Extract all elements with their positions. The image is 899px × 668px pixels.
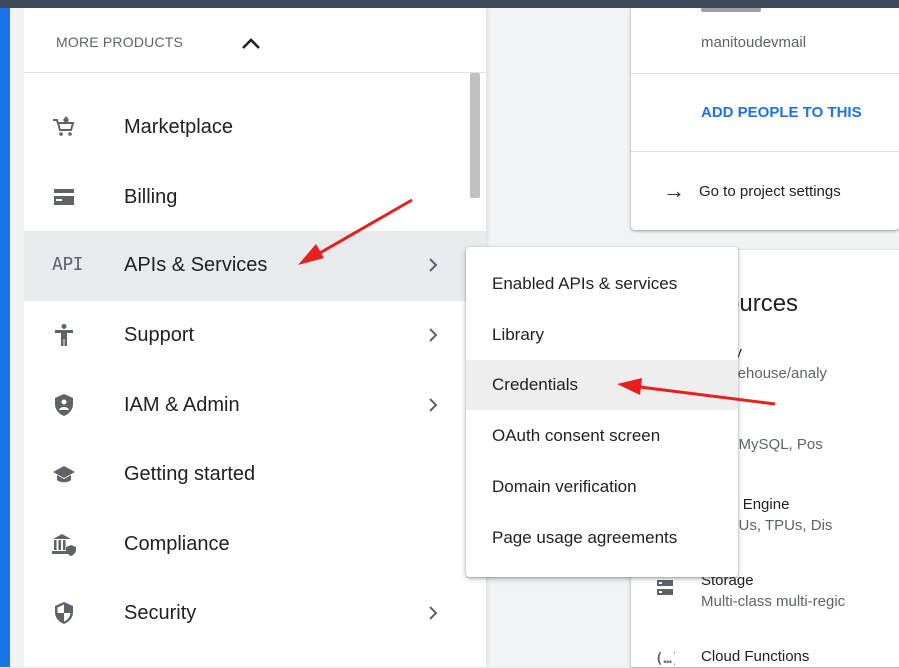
svg-text:(…): (…) (655, 651, 675, 667)
api-icon: API (52, 254, 84, 275)
submenu-item-library[interactable]: Library (466, 310, 738, 360)
chevron-right-icon (429, 258, 438, 272)
nav-item-label: Support (124, 324, 195, 346)
submenu-item-domain-verification[interactable]: Domain verification (466, 462, 738, 512)
nav-item-label: Compliance (124, 533, 230, 555)
person-icon (55, 324, 73, 346)
nav-item-label: Marketplace (124, 116, 233, 138)
navigation-menu: MORE PRODUCTS Marketplace Billing API AP… (24, 8, 486, 667)
nav-item-label: IAM & Admin (124, 394, 240, 416)
nav-item-iam-admin[interactable]: IAM & Admin (24, 371, 486, 441)
go-to-settings-label: Go to project settings (699, 183, 841, 200)
window-top-border (0, 0, 899, 8)
more-products-label: MORE PRODUCTS (56, 34, 184, 50)
nav-item-label: Security (124, 602, 197, 624)
chevron-right-icon (429, 606, 438, 620)
cloud-functions-icon: (…) (655, 651, 675, 667)
shield-lock-icon (55, 394, 73, 416)
submenu-item-label: Credentials (492, 375, 578, 394)
submenu-item-label: Page usage agreements (492, 528, 678, 547)
window-left-edge (0, 8, 10, 667)
resource-item[interactable]: Cloud Functions (701, 648, 809, 665)
school-icon (53, 466, 75, 483)
submenu-item-label: Enabled APIs & services (492, 274, 678, 293)
more-products-header[interactable]: MORE PRODUCTS (24, 8, 486, 73)
nav-item-support[interactable]: Support (24, 301, 486, 371)
arrow-right-icon: → (663, 178, 685, 203)
nav-item-security[interactable]: Security (24, 579, 486, 649)
submenu-item-label: OAuth consent screen (492, 426, 661, 445)
submenu-item-enabled-apis[interactable]: Enabled APIs & services (466, 259, 738, 309)
window-left-strip (10, 8, 24, 667)
divider (631, 73, 899, 74)
add-people-button[interactable]: ADD PEOPLE TO THIS (701, 104, 862, 121)
submenu-item-credentials[interactable]: Credentials (466, 360, 738, 410)
project-info-card: manitoudevmail ADD PEOPLE TO THIS → Go to… (631, 6, 899, 230)
submenu-item-oauth-consent[interactable]: OAuth consent screen (466, 411, 738, 461)
nav-item-getting-started[interactable]: Getting started (24, 440, 486, 510)
chevron-right-icon (429, 328, 438, 342)
submenu-item-page-usage[interactable]: Page usage agreements (466, 513, 738, 563)
submenu-item-label: Domain verification (492, 477, 637, 496)
credit-card-icon (54, 189, 74, 205)
resource-desc: Multi-class multi-regic (701, 593, 846, 610)
nav-item-label: APIs & Services (124, 254, 268, 276)
storage-icon (657, 580, 673, 595)
apis-services-submenu: Enabled APIs & services Library Credenti… (466, 247, 738, 577)
project-email: manitoudevmail (701, 34, 807, 51)
resource-name: Cloud Functions (701, 648, 810, 665)
nav-item-marketplace[interactable]: Marketplace (24, 93, 486, 163)
resource-item[interactable]: Storage Multi-class multi-regic (701, 572, 845, 610)
nav-item-compliance[interactable]: Compliance (24, 510, 486, 580)
chevron-up-icon[interactable] (240, 34, 262, 52)
go-to-project-settings-link[interactable]: → Go to project settings (663, 178, 841, 204)
nav-item-label: Billing (124, 186, 178, 208)
cart-icon (53, 116, 75, 136)
chevron-right-icon (429, 398, 438, 412)
nav-item-label: Getting started (124, 463, 256, 485)
nav-item-billing[interactable]: Billing (24, 163, 486, 233)
submenu-item-label: Library (492, 325, 544, 344)
divider (631, 151, 899, 152)
bank-shield-icon (52, 534, 76, 556)
security-icon (55, 602, 73, 624)
nav-item-apis-services[interactable]: API APIs & Services (24, 231, 486, 301)
